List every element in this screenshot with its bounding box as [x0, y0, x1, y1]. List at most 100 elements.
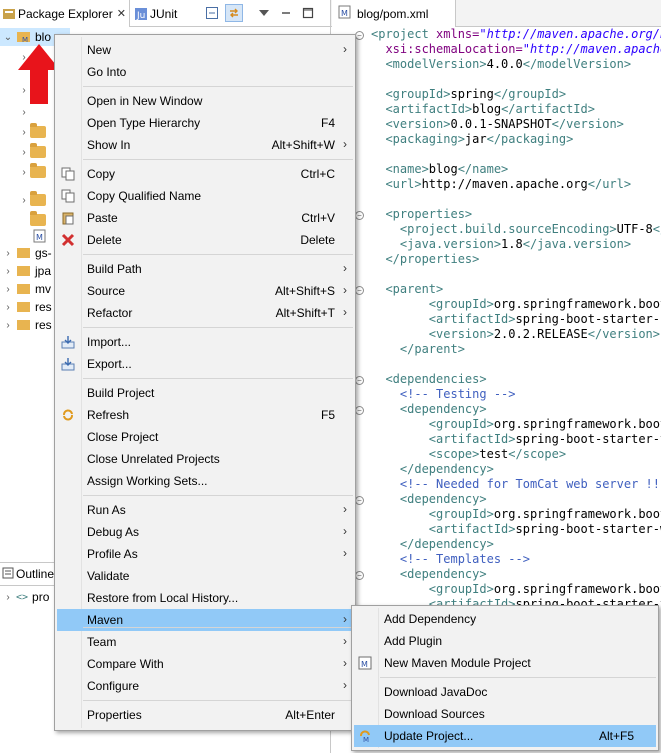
menu-item-configure[interactable]: Configure › [57, 675, 353, 697]
tree-child-row[interactable]: › [16, 103, 30, 121]
code-line: <project.build.sourceEncoding>UTF-8</p [371, 222, 661, 237]
menu-item-label: Paste [87, 211, 118, 225]
chevron-right-icon[interactable]: › [18, 167, 30, 178]
chevron-right-icon[interactable]: › [18, 195, 30, 206]
menu-item-add-plugin[interactable]: Add Plugin [354, 630, 656, 652]
fold-toggle-icon[interactable]: − [355, 211, 364, 220]
tree-item-project[interactable]: › res [0, 298, 51, 316]
menu-item-new-maven-module-project[interactable]: M New Maven Module Project [354, 652, 656, 674]
maven-project-icon [16, 264, 32, 278]
tree-child-row[interactable]: › [16, 163, 49, 181]
menu-item-team[interactable]: Team › [57, 631, 353, 653]
menu-item-shortcut: Alt+F5 [598, 729, 634, 743]
code-token: 0.0.1-SNAPSHOT [450, 117, 552, 131]
menu-item-download-javadoc[interactable]: Download JavaDoc [354, 681, 656, 703]
fold-toggle-icon[interactable]: − [355, 496, 364, 505]
code-line: <project xmlns="http://maven.apache.org/… [371, 27, 661, 42]
maven-project-icon: M [16, 30, 32, 44]
menu-item-download-sources[interactable]: Download Sources [354, 703, 656, 725]
tree-child-row[interactable] [30, 211, 49, 229]
menu-item-open-in-new-window[interactable]: Open in New Window [57, 90, 353, 112]
menu-item-label: New Maven Module Project [384, 656, 531, 670]
menu-item-go-into[interactable]: Go Into [57, 61, 353, 83]
fold-toggle-icon[interactable]: − [355, 286, 364, 295]
code-line: <dependency> [371, 567, 661, 582]
tree-item-project[interactable]: › gs- [0, 244, 51, 262]
tab-junit[interactable]: Ju JUnit [132, 0, 192, 27]
menu-item-copy[interactable]: Copy Ctrl+C [57, 163, 353, 185]
close-icon[interactable]: ✕ [117, 7, 126, 20]
menu-item-compare-with[interactable]: Compare With › [57, 653, 353, 675]
chevron-right-icon[interactable]: › [2, 592, 14, 603]
code-line: <groupId>org.springframework.boot< [371, 417, 661, 432]
menu-item-label: Delete [87, 233, 122, 247]
chevron-right-icon[interactable]: › [18, 107, 30, 118]
tree-child-row[interactable]: › [16, 191, 49, 209]
code-token: spring-boot-starter-te [515, 432, 661, 446]
menu-item-copy-qualified-name[interactable]: Copy Qualified Name [57, 185, 353, 207]
code-area[interactable]: <project xmlns="http://maven.apache.org/… [371, 27, 661, 612]
outline-item[interactable]: › <> pro [0, 588, 49, 606]
submenu-arrow-icon: › [343, 678, 347, 692]
maximize-icon[interactable] [299, 4, 317, 22]
menu-item-assign-working-sets[interactable]: Assign Working Sets... [57, 470, 353, 492]
chevron-right-icon[interactable]: › [2, 284, 14, 295]
menu-item-debug-as[interactable]: Debug As › [57, 521, 353, 543]
tree-item-project[interactable]: › jpa [0, 262, 51, 280]
menu-item-properties[interactable]: Properties Alt+Enter [57, 704, 353, 726]
fold-toggle-icon[interactable]: − [355, 31, 364, 40]
svg-text:M: M [36, 233, 43, 242]
chevron-right-icon[interactable]: › [2, 248, 14, 259]
menu-item-label: Open Type Hierarchy [87, 116, 201, 130]
menu-item-paste[interactable]: Paste Ctrl+V [57, 207, 353, 229]
view-menu-icon[interactable] [255, 4, 273, 22]
menu-item-delete[interactable]: Delete Delete [57, 229, 353, 251]
chevron-right-icon[interactable]: › [2, 302, 14, 313]
menu-item-open-type-hierarchy[interactable]: Open Type Hierarchy F4 [57, 112, 353, 134]
code-token: </dependency> [371, 462, 494, 476]
tab-package-explorer[interactable]: Package Explorer ✕ [0, 0, 130, 27]
menu-item-close-project[interactable]: Close Project [57, 426, 353, 448]
menu-separator [83, 495, 353, 496]
tree-child-row[interactable]: › [16, 123, 49, 141]
tree-item-project[interactable]: › res [0, 316, 51, 334]
collapse-all-icon[interactable] [203, 4, 221, 22]
menu-item-profile-as[interactable]: Profile As › [57, 543, 353, 565]
link-with-editor-icon[interactable] [225, 4, 243, 22]
menu-item-update-project[interactable]: M Update Project... Alt+F5 [354, 725, 656, 747]
fold-toggle-icon[interactable]: − [355, 406, 364, 415]
menu-item-refactor[interactable]: Refactor Alt+Shift+T › [57, 302, 353, 324]
tree-item-project[interactable]: › mv [0, 280, 51, 298]
menu-item-label: Close Project [87, 430, 159, 444]
menu-item-build-project[interactable]: Build Project [57, 382, 353, 404]
tree-child-row[interactable]: › [16, 143, 49, 161]
menu-item-add-dependency[interactable]: Add Dependency [354, 608, 656, 630]
chevron-down-icon[interactable]: ⌄ [2, 32, 14, 43]
chevron-right-icon[interactable]: › [18, 127, 30, 138]
code-line: <dependency> [371, 402, 661, 417]
menu-item-show-in[interactable]: Show In Alt+Shift+W › [57, 134, 353, 156]
menu-item-export[interactable]: Export... [57, 353, 353, 375]
code-token: <version> [371, 327, 494, 341]
menu-item-import[interactable]: Import... [57, 331, 353, 353]
fold-toggle-icon[interactable]: − [355, 376, 364, 385]
chevron-right-icon[interactable]: › [2, 266, 14, 277]
menu-item-restore-from-local-history[interactable]: Restore from Local History... [57, 587, 353, 609]
menu-item-run-as[interactable]: Run As › [57, 499, 353, 521]
chevron-right-icon[interactable]: › [2, 320, 14, 331]
menu-item-validate[interactable]: Validate [57, 565, 353, 587]
menu-item-source[interactable]: Source Alt+Shift+S › [57, 280, 353, 302]
chevron-right-icon[interactable]: › [18, 147, 30, 158]
menu-item-build-path[interactable]: Build Path › [57, 258, 353, 280]
fold-toggle-icon[interactable]: − [355, 571, 364, 580]
menu-item-refresh[interactable]: Refresh F5 [57, 404, 353, 426]
code-line: <!-- Needed for TomCat web server !! - [371, 477, 661, 492]
menu-item-new[interactable]: New › [57, 39, 353, 61]
code-token: blog [428, 162, 458, 176]
code-token: "http://maven.apache.o [522, 42, 661, 56]
menu-item-close-unrelated-projects[interactable]: Close Unrelated Projects [57, 448, 353, 470]
tab-pom-xml[interactable]: M blog/pom.xml [332, 0, 456, 27]
menu-item-label: Validate [87, 569, 130, 583]
menu-item-shortcut: Ctrl+C [300, 167, 335, 181]
minimize-icon[interactable] [277, 4, 295, 22]
